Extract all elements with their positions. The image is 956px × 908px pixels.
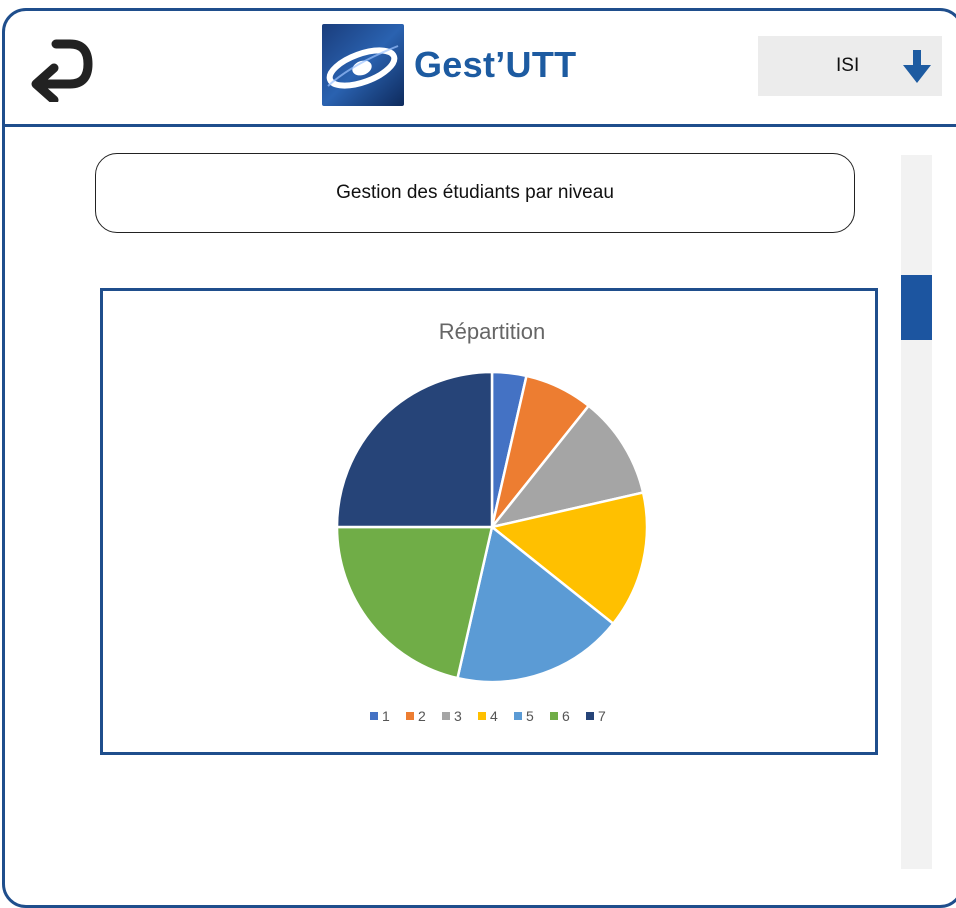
legend-label-6: 6 (562, 708, 570, 724)
gestutt-logo (322, 24, 404, 106)
header-divider (4, 124, 956, 127)
chart-frame: Répartition 1 2 3 4 5 6 7 (100, 288, 878, 755)
legend-item-2: 2 (406, 708, 426, 724)
legend-item-6: 6 (550, 708, 570, 724)
program-select-value: ISI (836, 55, 860, 76)
legend-label-5: 5 (526, 708, 534, 724)
legend-label-2: 2 (418, 708, 426, 724)
legend-label-7: 7 (598, 708, 606, 724)
return-arrow-icon (31, 39, 93, 105)
legend-swatch-6 (550, 712, 558, 720)
arrow-down-icon (903, 50, 931, 83)
legend-item-7: 7 (586, 708, 606, 724)
section-title-box: Gestion des étudiants par niveau (95, 153, 855, 233)
legend-swatch-3 (442, 712, 450, 720)
legend-swatch-5 (514, 712, 522, 720)
legend-swatch-7 (586, 712, 594, 720)
program-select[interactable]: ISI (758, 36, 942, 96)
scrollbar-track[interactable] (901, 155, 932, 869)
legend-swatch-2 (406, 712, 414, 720)
legend-item-1: 1 (370, 708, 390, 724)
section-title: Gestion des étudiants par niveau (336, 182, 614, 203)
pie-chart: Répartition 1 2 3 4 5 6 7 (335, 319, 649, 724)
legend-swatch-1 (370, 712, 378, 720)
scrollbar-thumb[interactable] (901, 275, 932, 340)
pie-slices (335, 370, 649, 684)
legend-item-5: 5 (514, 708, 534, 724)
legend-item-3: 3 (442, 708, 462, 724)
chart-legend: 1 2 3 4 5 6 7 (370, 708, 606, 724)
pie-slice-7 (335, 370, 494, 529)
brand-name: Gest’UTT (414, 44, 577, 85)
legend-item-4: 4 (478, 708, 498, 724)
legend-label-3: 3 (454, 708, 462, 724)
legend-label-4: 4 (490, 708, 498, 724)
back-button[interactable] (26, 30, 98, 105)
chart-title: Répartition (439, 319, 545, 344)
legend-swatch-4 (478, 712, 486, 720)
legend-label-1: 1 (382, 708, 390, 724)
